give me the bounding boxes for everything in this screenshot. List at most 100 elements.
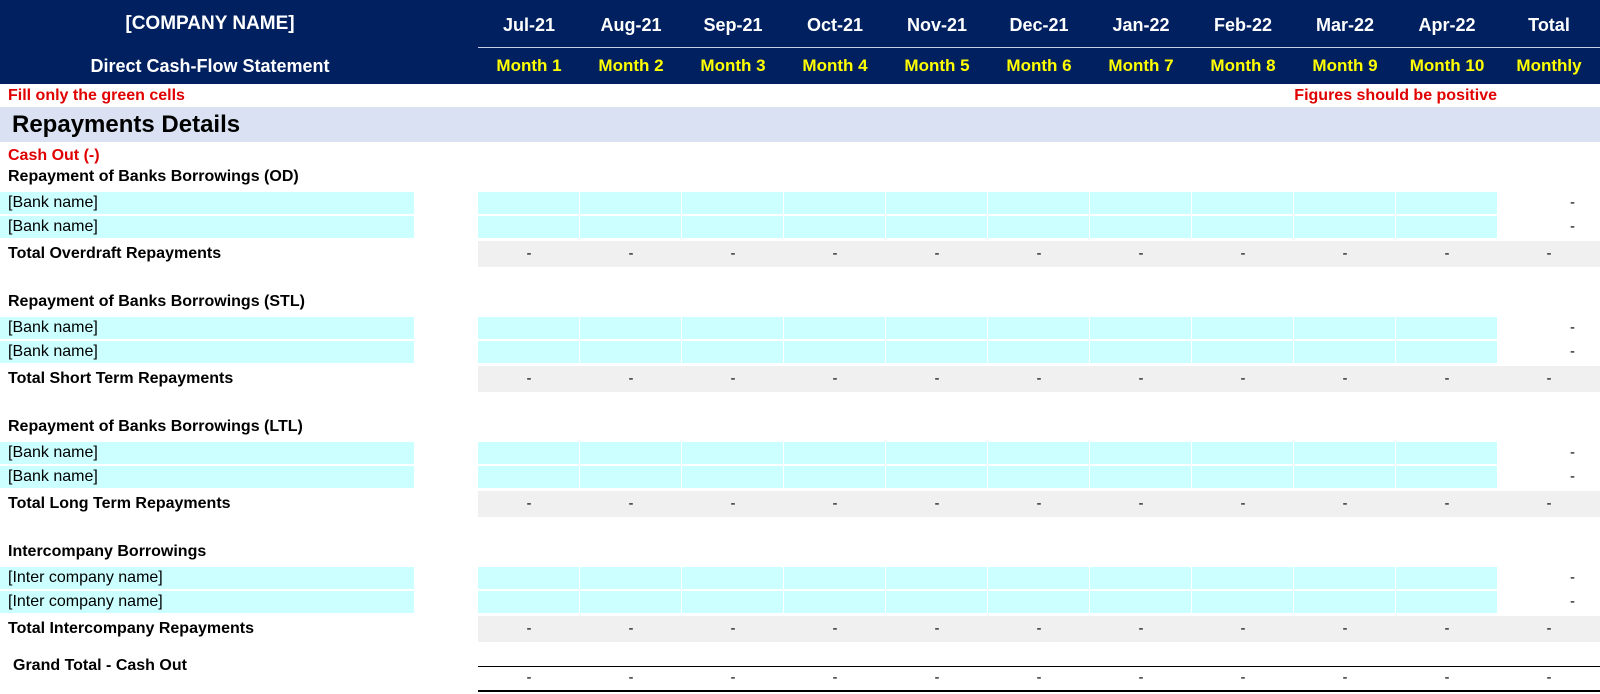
month-header-10: Apr-22 — [1418, 15, 1476, 35]
input-cell-month-7[interactable] — [1090, 216, 1191, 238]
input-cell-month-4[interactable] — [784, 216, 885, 238]
total-value-month-4: - — [832, 620, 838, 637]
total-value-month-6: - — [1036, 370, 1042, 387]
input-cell-month-9[interactable] — [1294, 192, 1395, 214]
input-cell-month-1[interactable] — [478, 341, 579, 363]
input-cell-month-3[interactable] — [682, 442, 783, 464]
input-cell-month-2[interactable] — [580, 567, 681, 589]
month-number-7: Month 7 — [1108, 56, 1174, 75]
input-cell-month-2[interactable] — [580, 466, 681, 488]
input-cell-month-8[interactable] — [1192, 466, 1293, 488]
input-cell-month-5[interactable] — [886, 567, 987, 589]
input-cell-month-3[interactable] — [682, 341, 783, 363]
input-cell-month-10[interactable] — [1396, 317, 1497, 339]
input-cell-month-5[interactable] — [886, 192, 987, 214]
total-value-month-3: - — [730, 245, 736, 262]
input-cell-month-10[interactable] — [1396, 192, 1497, 214]
total-row-label: Total Overdraft Repayments — [8, 245, 222, 262]
input-cell-month-5[interactable] — [886, 317, 987, 339]
input-cell-month-1[interactable] — [478, 317, 579, 339]
input-cell-month-4[interactable] — [784, 317, 885, 339]
input-cell-month-6[interactable] — [988, 567, 1089, 589]
input-cell-month-9[interactable] — [1294, 591, 1395, 613]
input-cell-month-9[interactable] — [1294, 317, 1395, 339]
input-cell-month-7[interactable] — [1090, 591, 1191, 613]
input-cell-month-4[interactable] — [784, 341, 885, 363]
input-cell-month-5[interactable] — [886, 442, 987, 464]
input-cell-month-1[interactable] — [478, 442, 579, 464]
input-cell-month-7[interactable] — [1090, 341, 1191, 363]
input-cell-month-9[interactable] — [1294, 466, 1395, 488]
input-cell-month-1[interactable] — [478, 216, 579, 238]
total-value-month-6: - — [1036, 245, 1042, 262]
input-cell-month-10[interactable] — [1396, 216, 1497, 238]
input-cell-month-8[interactable] — [1192, 216, 1293, 238]
input-cell-month-3[interactable] — [682, 591, 783, 613]
input-cell-month-7[interactable] — [1090, 567, 1191, 589]
input-cell-month-10[interactable] — [1396, 442, 1497, 464]
input-cell-month-6[interactable] — [988, 466, 1089, 488]
input-cell-month-8[interactable] — [1192, 341, 1293, 363]
input-cell-month-2[interactable] — [580, 216, 681, 238]
input-cell-month-10[interactable] — [1396, 591, 1497, 613]
input-cell-month-8[interactable] — [1192, 567, 1293, 589]
input-cell-month-1[interactable] — [478, 567, 579, 589]
input-cell-month-8[interactable] — [1192, 591, 1293, 613]
input-cell-month-7[interactable] — [1090, 192, 1191, 214]
month-number-9: Month 9 — [1312, 56, 1378, 75]
month-header-7: Jan-22 — [1112, 15, 1170, 35]
input-cell-month-9[interactable] — [1294, 341, 1395, 363]
input-cell-month-7[interactable] — [1090, 317, 1191, 339]
group-title-4: Intercompany Borrowings — [8, 543, 207, 560]
input-cell-month-5[interactable] — [886, 466, 987, 488]
input-cell-month-10[interactable] — [1396, 567, 1497, 589]
input-cell-month-6[interactable] — [988, 216, 1089, 238]
input-cell-month-10[interactable] — [1396, 341, 1497, 363]
input-cell-month-3[interactable] — [682, 192, 783, 214]
input-cell-month-7[interactable] — [1090, 442, 1191, 464]
input-cell-month-2[interactable] — [580, 442, 681, 464]
input-cell-month-2[interactable] — [580, 341, 681, 363]
input-cell-month-9[interactable] — [1294, 442, 1395, 464]
input-cell-month-5[interactable] — [886, 341, 987, 363]
input-cell-month-2[interactable] — [580, 591, 681, 613]
total-value-month-10: - — [1444, 245, 1450, 262]
input-cell-month-1[interactable] — [478, 591, 579, 613]
input-cell-month-9[interactable] — [1294, 567, 1395, 589]
company-name[interactable]: [COMPANY NAME] — [0, 0, 420, 48]
input-cell-month-6[interactable] — [988, 341, 1089, 363]
input-cell-month-3[interactable] — [682, 567, 783, 589]
input-cell-month-6[interactable] — [988, 317, 1089, 339]
total-value-month-8: - — [1240, 620, 1246, 637]
row-total-value: - — [1570, 194, 1575, 211]
grand-total-monthly: - — [1546, 669, 1552, 686]
input-cell-month-5[interactable] — [886, 216, 987, 238]
input-cell-month-4[interactable] — [784, 591, 885, 613]
input-cell-month-8[interactable] — [1192, 317, 1293, 339]
input-cell-month-3[interactable] — [682, 317, 783, 339]
input-cell-month-6[interactable] — [988, 442, 1089, 464]
input-cell-month-1[interactable] — [478, 466, 579, 488]
input-cell-month-5[interactable] — [886, 591, 987, 613]
input-cell-month-10[interactable] — [1396, 466, 1497, 488]
total-value-month-1: - — [526, 370, 532, 387]
input-cell-month-4[interactable] — [784, 192, 885, 214]
input-cell-month-2[interactable] — [580, 192, 681, 214]
input-cell-month-6[interactable] — [988, 192, 1089, 214]
input-cell-month-8[interactable] — [1192, 192, 1293, 214]
input-cell-month-4[interactable] — [784, 442, 885, 464]
input-cell-month-1[interactable] — [478, 192, 579, 214]
input-cell-month-2[interactable] — [580, 317, 681, 339]
input-cell-month-9[interactable] — [1294, 216, 1395, 238]
input-cell-month-3[interactable] — [682, 216, 783, 238]
row-label: [Bank name] — [8, 444, 98, 461]
input-cell-month-3[interactable] — [682, 466, 783, 488]
month-header-9: Mar-22 — [1315, 15, 1375, 35]
total-value-month-1: - — [526, 495, 532, 512]
total-row-label: Total Short Term Repayments — [8, 370, 234, 387]
input-cell-month-6[interactable] — [988, 591, 1089, 613]
input-cell-month-7[interactable] — [1090, 466, 1191, 488]
input-cell-month-8[interactable] — [1192, 442, 1293, 464]
input-cell-month-4[interactable] — [784, 466, 885, 488]
input-cell-month-4[interactable] — [784, 567, 885, 589]
